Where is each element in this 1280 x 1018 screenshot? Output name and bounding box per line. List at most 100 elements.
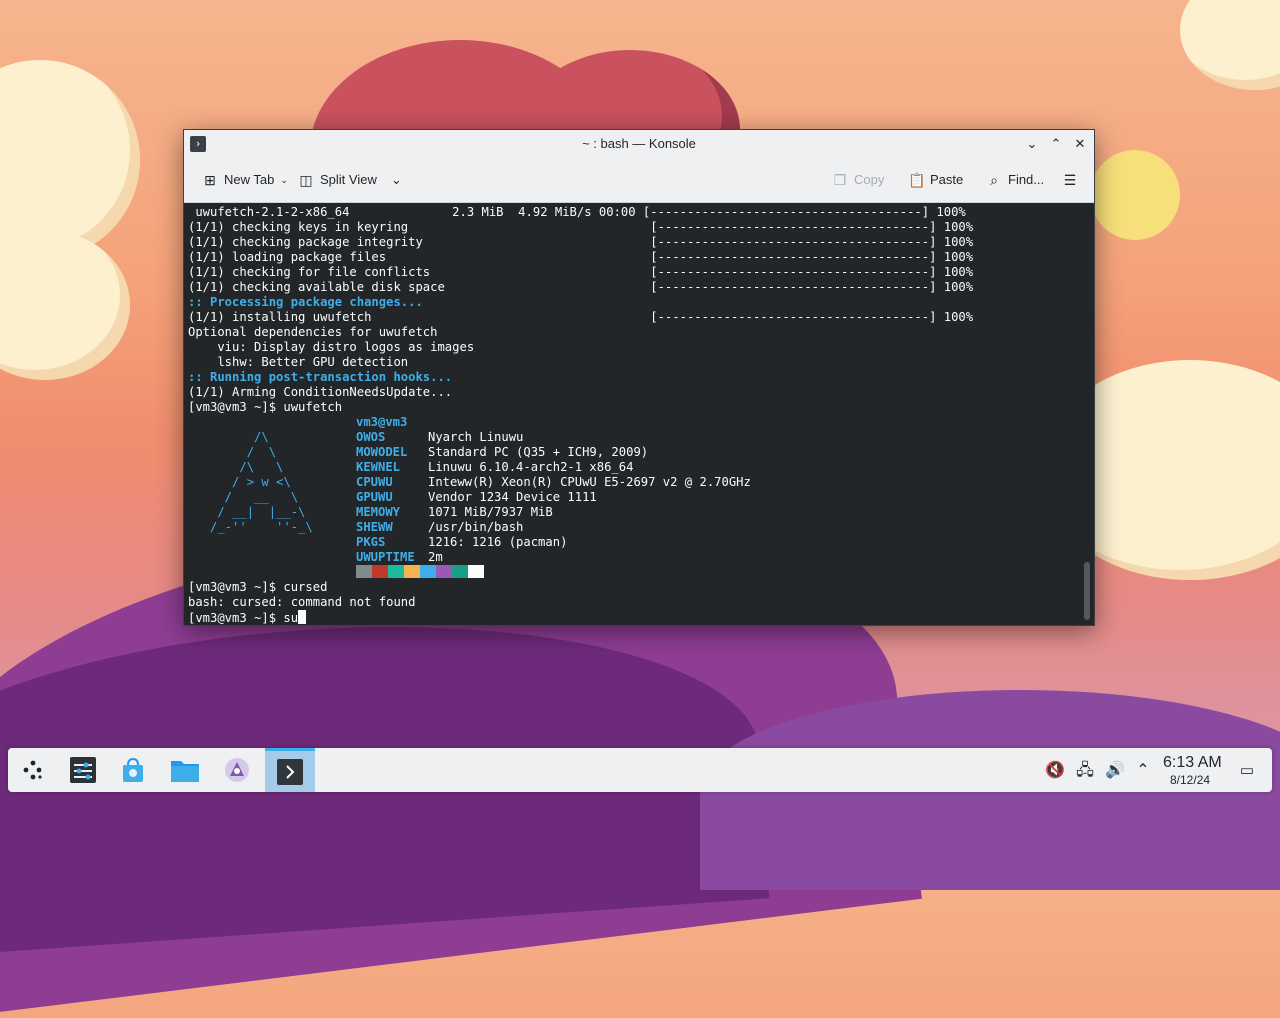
split-view-button[interactable]: ◫ Split View ⌄ bbox=[298, 168, 402, 192]
paste-icon: 📋 bbox=[908, 172, 926, 188]
taskbar-panel: 🔇 🖧 🔊 ⌃ 6:13 AM 8/12/24 ▭ bbox=[8, 748, 1272, 792]
uwufetch-info-value: /usr/bin/bash bbox=[428, 520, 524, 534]
uwufetch-info-value: Nyarch Linuwu bbox=[428, 430, 524, 444]
uwufetch-info-value: 2m bbox=[428, 550, 443, 564]
system-settings-launcher[interactable] bbox=[58, 748, 108, 792]
uwufetch-info-key: PKGS bbox=[356, 535, 386, 549]
terminal-line: :: Running post-transaction hooks... bbox=[188, 370, 453, 384]
wallpaper-cloud bbox=[0, 230, 130, 380]
copy-button[interactable]: ❐ Copy bbox=[832, 168, 885, 192]
copy-icon: ❐ bbox=[833, 172, 847, 188]
nyarch-app-launcher[interactable] bbox=[212, 748, 262, 792]
volume-icon[interactable]: 🔊 bbox=[1104, 760, 1126, 782]
uwufetch-info-key: SHEWW bbox=[356, 520, 393, 534]
color-swatch bbox=[468, 565, 484, 578]
search-icon: ⌕ bbox=[990, 172, 998, 188]
wallpaper-cloud bbox=[0, 60, 140, 260]
terminal-line: bash: cursed: command not found bbox=[188, 595, 416, 609]
color-swatch bbox=[372, 565, 388, 578]
hamburger-menu-icon: ☰ bbox=[1063, 172, 1077, 188]
uwufetch-info-key: CPUWU bbox=[356, 475, 393, 489]
wallpaper-cloud bbox=[1180, 0, 1280, 90]
color-swatch bbox=[388, 565, 404, 578]
split-view-icon: ◫ bbox=[299, 172, 313, 188]
application-launcher-button[interactable] bbox=[8, 748, 58, 792]
uwufetch-info-value: Standard PC (Q35 + ICH9, 2009) bbox=[428, 445, 649, 459]
terminal-line: Optional dependencies for uwufetch bbox=[188, 325, 438, 339]
paste-label: Paste bbox=[930, 172, 964, 187]
uwufetch-info-value: Linuwu 6.10.4-arch2-1 x86_64 bbox=[428, 460, 634, 474]
text-cursor bbox=[298, 610, 307, 624]
close-button[interactable]: ✕ bbox=[1070, 134, 1090, 154]
terminal-line: viu: Display distro logos as images bbox=[188, 340, 475, 354]
nyarch-logo-icon bbox=[225, 758, 249, 782]
terminal-line: uwufetch-2.1-2-x86_64 2.3 MiB 4.92 MiB/s… bbox=[188, 205, 966, 219]
terminal-output[interactable]: uwufetch-2.1-2-x86_64 2.3 MiB 4.92 MiB/s… bbox=[184, 203, 1082, 625]
find-button[interactable]: ⌕ Find... bbox=[986, 168, 1044, 192]
uwufetch-info-key: UWUPTIME bbox=[356, 550, 415, 564]
uwufetch-logo-line: / \ bbox=[188, 445, 277, 459]
uwufetch-logo-line: / __ \ bbox=[188, 490, 299, 504]
uwufetch-info-key: GPUWU bbox=[356, 490, 393, 504]
terminal-line: [vm3@vm3 ~]$ cursed bbox=[188, 580, 328, 594]
store-bag-icon bbox=[123, 757, 143, 782]
konsole-toolbar: ⊞ New Tab ⌄ ◫ Split View ⌄ ❐ Copy 📋 Past… bbox=[184, 158, 1094, 203]
uwufetch-info-key: OWOS bbox=[356, 430, 386, 444]
uwufetch-info-value: Vendor 1234 Device 1111 bbox=[428, 490, 597, 504]
color-swatch bbox=[420, 565, 436, 578]
uwufetch-info-value: Inteww(R) Xeon(R) CPUwU E5-2697 v2 @ 2.7… bbox=[428, 475, 751, 489]
uwufetch-logo-line: /\ \ bbox=[188, 460, 284, 474]
clock-date[interactable]: 8/12/24 bbox=[1170, 773, 1210, 787]
command-input[interactable]: su bbox=[283, 611, 298, 625]
discover-launcher[interactable] bbox=[108, 748, 158, 792]
paste-button[interactable]: 📋 Paste bbox=[908, 168, 963, 192]
terminal-line: (1/1) checking for file conflicts [-----… bbox=[188, 265, 974, 279]
uwufetch-logo-line: / __| |__-\ bbox=[188, 505, 306, 519]
window-titlebar[interactable]: › ~ : bash — Konsole ⌄ ⌃ ✕ bbox=[184, 130, 1094, 158]
uwufetch-info-value: 1071 MiB/7937 MiB bbox=[428, 505, 553, 519]
new-tab-icon: ⊞ bbox=[204, 172, 216, 188]
new-tab-chevron-icon: ⌄ bbox=[280, 175, 288, 185]
terminal-line: (1/1) loading package files [-----------… bbox=[188, 250, 974, 264]
uwufetch-info-value: 1216: 1216 (pacman) bbox=[428, 535, 568, 549]
maximize-button[interactable]: ⌃ bbox=[1046, 134, 1066, 154]
terminal-line: (1/1) installing uwufetch [-------------… bbox=[188, 310, 974, 324]
terminal-scrollbar[interactable] bbox=[1084, 562, 1090, 620]
konsole-task-button[interactable] bbox=[265, 748, 315, 792]
clock-time[interactable]: 6:13 AM bbox=[1163, 754, 1222, 772]
terminal-line: (1/1) checking available disk space [---… bbox=[188, 280, 974, 294]
dolphin-launcher[interactable] bbox=[160, 748, 210, 792]
find-label: Find... bbox=[1008, 172, 1045, 187]
settings-sliders-icon bbox=[70, 757, 96, 783]
mute-icon[interactable]: 🔇 bbox=[1044, 760, 1066, 782]
color-swatch bbox=[452, 565, 468, 578]
uwufetch-logo-line: /\ bbox=[188, 430, 269, 444]
show-desktop-icon[interactable]: ▭ bbox=[1236, 760, 1258, 782]
hamburger-menu-button[interactable]: ☰ bbox=[1062, 168, 1078, 192]
uwufetch-info-key: MEMOWY bbox=[356, 505, 401, 519]
terminal-icon bbox=[277, 758, 303, 785]
color-swatch bbox=[356, 565, 372, 578]
terminal-line: (1/1) checking keys in keyring [--------… bbox=[188, 220, 974, 234]
new-tab-label: New Tab bbox=[224, 172, 275, 187]
terminal-prompt-line[interactable]: [vm3@vm3 ~]$ su bbox=[188, 610, 307, 625]
copy-label: Copy bbox=[854, 172, 885, 187]
folder-icon bbox=[171, 761, 199, 782]
color-palette bbox=[356, 565, 484, 580]
window-title: ~ : bash — Konsole bbox=[582, 136, 696, 151]
uwufetch-info-key: MOWODEL bbox=[356, 445, 408, 459]
network-icon[interactable]: 🖧 bbox=[1074, 760, 1096, 782]
kde-launcher-icon bbox=[23, 760, 42, 780]
terminal-line: :: Processing package changes... bbox=[188, 295, 423, 309]
minimize-button[interactable]: ⌄ bbox=[1022, 134, 1042, 154]
wallpaper-sun bbox=[1090, 150, 1180, 240]
uwufetch-logo-line: / > w <\ bbox=[188, 475, 291, 489]
terminal-line: (1/1) Arming ConditionNeedsUpdate... bbox=[188, 385, 453, 399]
konsole-window: › ~ : bash — Konsole ⌄ ⌃ ✕ ⊞ New Tab ⌄ ◫… bbox=[183, 129, 1095, 626]
new-tab-button[interactable]: ⊞ New Tab ⌄ bbox=[202, 168, 288, 192]
uwufetch-logo-line: /_-'' ''-_\ bbox=[188, 520, 313, 534]
color-swatch bbox=[404, 565, 420, 578]
uwufetch-user-host: vm3@vm3 bbox=[356, 415, 408, 429]
split-view-chevron-down-icon[interactable]: ⌄ bbox=[391, 168, 402, 192]
expand-tray-icon[interactable]: ⌃ bbox=[1132, 760, 1154, 782]
